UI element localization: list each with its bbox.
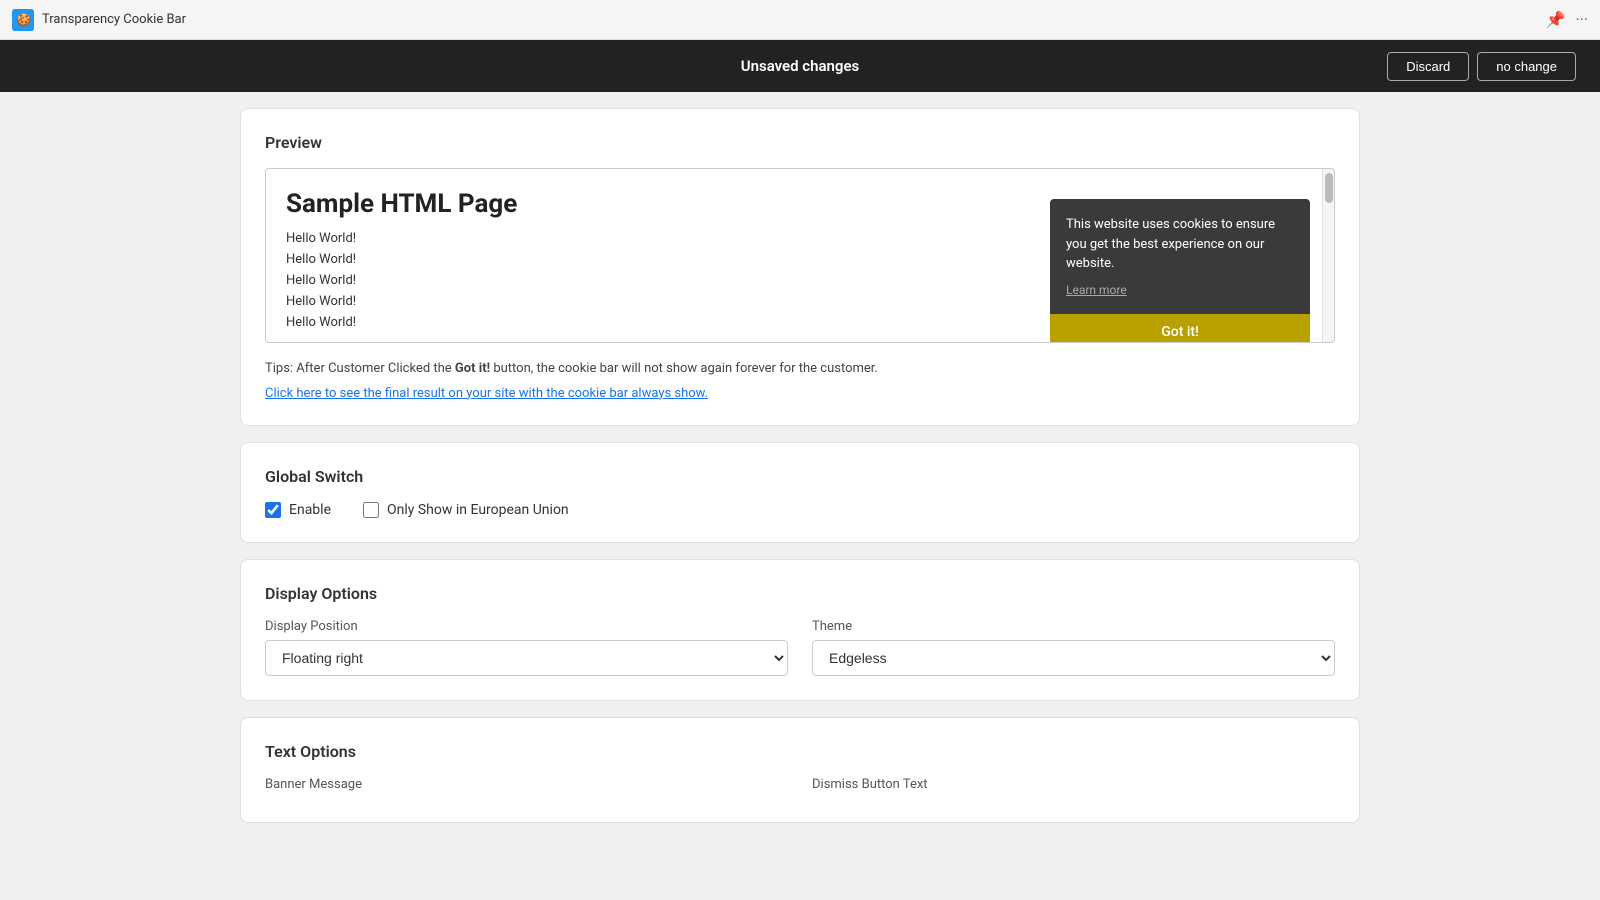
unsaved-changes-text: Unsaved changes (741, 57, 860, 75)
enable-label: Enable (289, 502, 331, 518)
cookie-got-it-button[interactable]: Got it! (1050, 314, 1310, 344)
text-options-card: Text Options Banner Message Dismiss Butt… (240, 717, 1360, 823)
global-switch-title: Global Switch (265, 467, 1335, 486)
preview-iframe: Sample HTML Page Hello World! Hello Worl… (265, 168, 1335, 343)
theme-select[interactable]: Edgeless Rounded Classic (812, 640, 1335, 676)
position-group: Display Position Floating right Floating… (265, 619, 788, 676)
title-bar-left: 🍪 Transparency Cookie Bar (12, 9, 186, 31)
position-select[interactable]: Floating right Floating left Top bar Bot… (265, 640, 788, 676)
enable-checkbox[interactable] (265, 502, 281, 518)
tips-link[interactable]: Click here to see the final result on yo… (265, 386, 708, 401)
enable-checkbox-item: Enable (265, 502, 331, 518)
text-options-title: Text Options (265, 742, 1335, 761)
banner-message-group: Banner Message (265, 777, 788, 798)
display-options-grid: Display Position Floating right Floating… (265, 619, 1335, 676)
unsaved-actions: Discard no change (1387, 52, 1576, 81)
checkbox-group: Enable Only Show in European Union (265, 502, 1335, 518)
pin-icon[interactable]: 📌 (1546, 10, 1566, 29)
preview-scrollbar (1322, 169, 1334, 342)
text-options-grid: Banner Message Dismiss Button Text (265, 777, 1335, 798)
eu-checkbox-item: Only Show in European Union (363, 502, 569, 518)
title-bar: 🍪 Transparency Cookie Bar 📌 ··· (0, 0, 1600, 40)
theme-label: Theme (812, 619, 1335, 634)
main-content: Preview Sample HTML Page Hello World! He… (220, 92, 1380, 855)
preview-scrollbar-thumb (1325, 173, 1333, 203)
preview-title: Preview (265, 133, 1335, 152)
title-bar-title: Transparency Cookie Bar (42, 12, 186, 27)
dismiss-button-label: Dismiss Button Text (812, 777, 1335, 792)
app-icon: 🍪 (12, 9, 34, 31)
position-label: Display Position (265, 619, 788, 634)
theme-group: Theme Edgeless Rounded Classic (812, 619, 1335, 676)
eu-label: Only Show in European Union (387, 502, 569, 518)
dismiss-button-group: Dismiss Button Text (812, 777, 1335, 798)
tips-section: Tips: After Customer Clicked the Got it!… (265, 359, 1335, 401)
unsaved-changes-bar: Unsaved changes Discard no change (0, 40, 1600, 92)
svg-text:🍪: 🍪 (16, 12, 31, 28)
tips-text: Tips: After Customer Clicked the Got it!… (265, 359, 1335, 379)
tips-suffix: button, the cookie bar will not show aga… (490, 361, 878, 376)
discard-button[interactable]: Discard (1387, 52, 1469, 81)
preview-card: Preview Sample HTML Page Hello World! He… (240, 108, 1360, 426)
cookie-learn-more-link[interactable]: Learn more (1066, 283, 1127, 297)
display-options-card: Display Options Display Position Floatin… (240, 559, 1360, 701)
cookie-popup: This website uses cookies to ensure you … (1050, 199, 1310, 343)
cookie-popup-body: This website uses cookies to ensure you … (1050, 199, 1310, 314)
title-bar-right: 📌 ··· (1546, 10, 1588, 29)
tips-prefix: Tips: After Customer Clicked the (265, 361, 455, 376)
tips-bold: Got it! (455, 361, 490, 376)
cookie-popup-text: This website uses cookies to ensure you … (1066, 215, 1294, 274)
global-switch-card: Global Switch Enable Only Show in Europe… (240, 442, 1360, 543)
display-options-title: Display Options (265, 584, 1335, 603)
more-options-icon[interactable]: ··· (1575, 10, 1588, 29)
no-change-button[interactable]: no change (1477, 52, 1576, 81)
eu-checkbox[interactable] (363, 502, 379, 518)
banner-message-label: Banner Message (265, 777, 788, 792)
